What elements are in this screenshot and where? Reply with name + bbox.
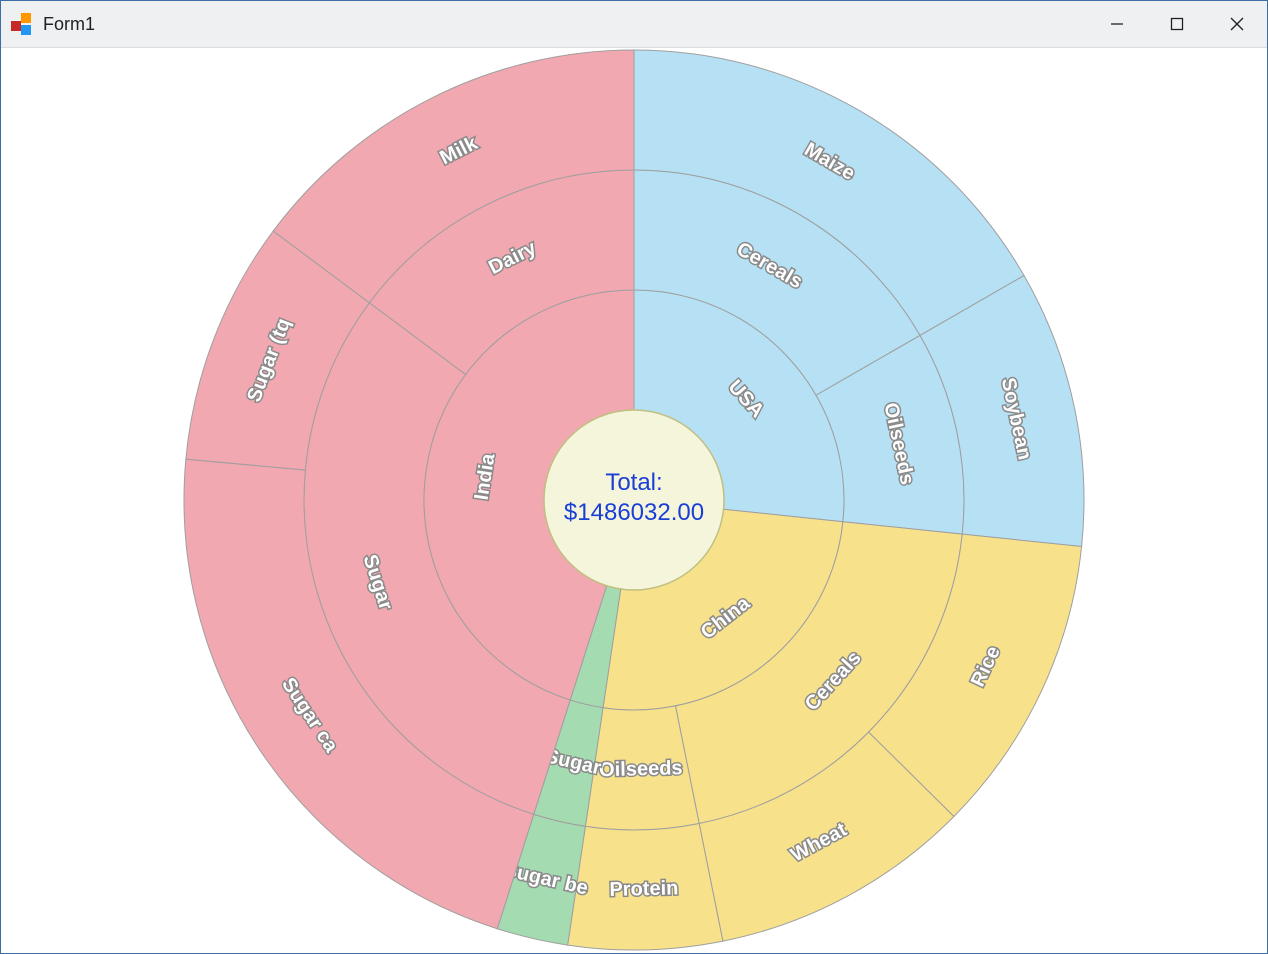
minimize-button[interactable] bbox=[1087, 1, 1147, 47]
maximize-button[interactable] bbox=[1147, 1, 1207, 47]
label-protein: Protein bbox=[609, 877, 678, 901]
center-total-value: $1486032.00 bbox=[564, 499, 704, 526]
chart-area: USACerealsMaizeOilseedsSoybeanChinaCerea… bbox=[1, 48, 1267, 953]
center-total-label: Total: bbox=[605, 469, 662, 496]
maximize-icon bbox=[1170, 17, 1184, 31]
close-icon bbox=[1228, 15, 1246, 33]
app-icon bbox=[11, 13, 33, 35]
minimize-icon bbox=[1109, 16, 1125, 32]
window-title: Form1 bbox=[43, 14, 95, 35]
sunburst-chart[interactable]: USACerealsMaizeOilseedsSoybeanChinaCerea… bbox=[178, 44, 1090, 954]
title-left: Form1 bbox=[11, 13, 95, 35]
label-china_oilseeds: Oilseeds bbox=[599, 757, 683, 781]
app-window: Form1 USACerealsMaizeOilseedsSoybeanChin… bbox=[0, 0, 1268, 954]
window-controls bbox=[1087, 1, 1267, 47]
close-button[interactable] bbox=[1207, 1, 1267, 47]
titlebar: Form1 bbox=[1, 1, 1267, 48]
